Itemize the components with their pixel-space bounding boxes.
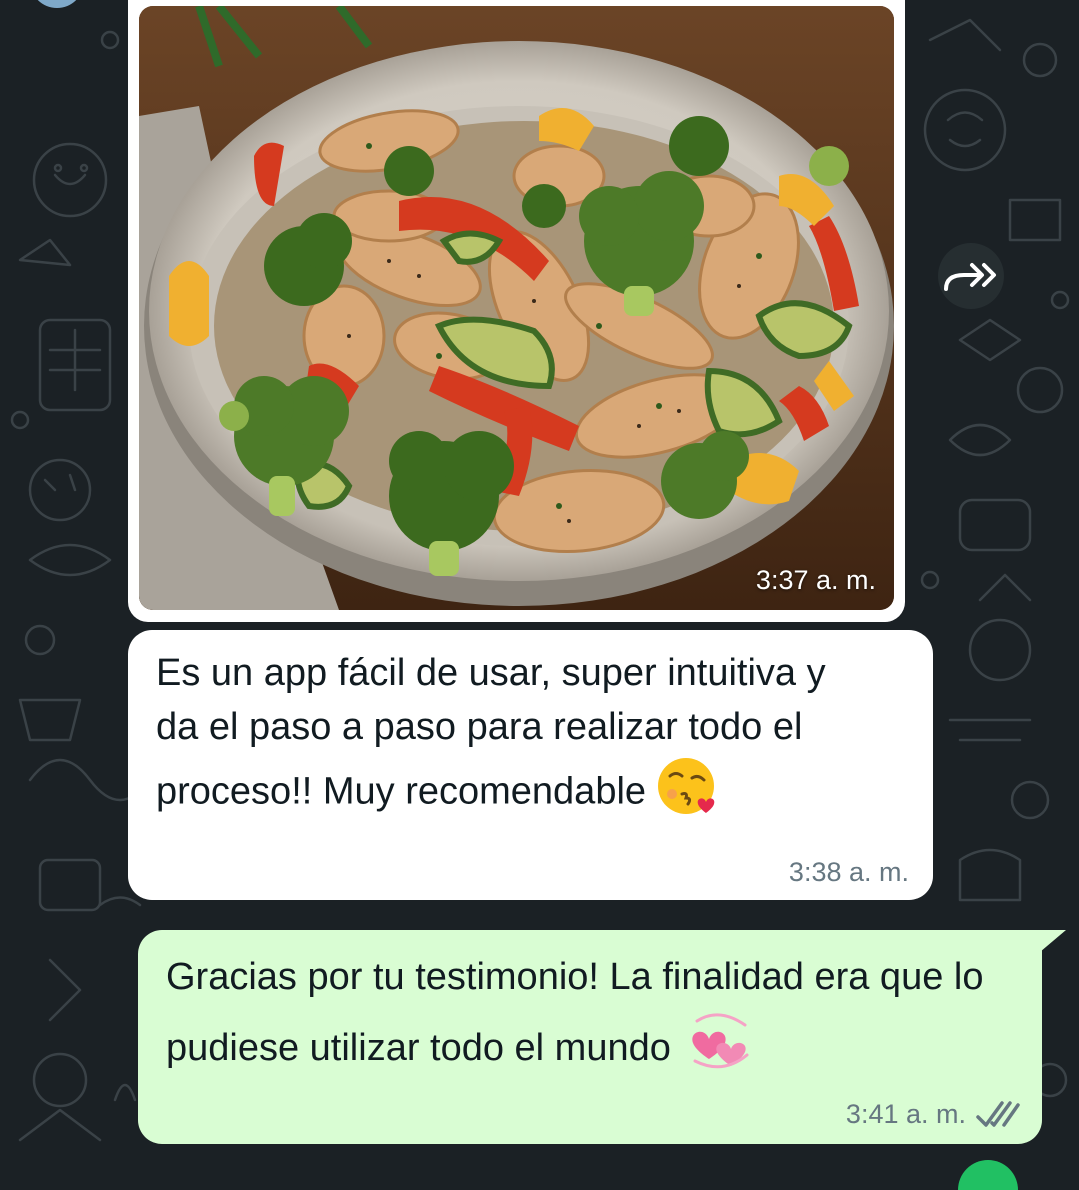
forward-button[interactable] (938, 243, 1004, 309)
double-check-icon (976, 1100, 1020, 1127)
image-message-bubble[interactable]: 3:37 a. m. (128, 0, 905, 622)
sent-message-bubble[interactable]: Gracias por tu testimonio! La finalidad … (138, 930, 1042, 1144)
sent-message-text: Gracias por tu testimonio! La finalidad … (166, 946, 1006, 1091)
revolving-hearts-emoji (687, 1009, 753, 1091)
received-message-body: Es un app fácil de usar, super intuitiva… (156, 652, 826, 813)
kissing-face-with-heart-emoji (656, 754, 720, 833)
received-message-timestamp: 3:38 a. m. (788, 857, 909, 887)
received-message-text: Es un app fácil de usar, super intuitiva… (156, 646, 856, 833)
sent-message-timestamp: 3:41 a. m. (845, 1099, 966, 1129)
food-photo[interactable]: 3:37 a. m. (139, 6, 894, 610)
received-message-bubble[interactable]: Es un app fácil de usar, super intuitiva… (128, 630, 933, 900)
image-timestamp: 3:37 a. m. (755, 565, 876, 595)
sent-message-meta: 3:41 a. m. (846, 1099, 1022, 1130)
sent-message-body: Gracias por tu testimonio! La finalidad … (166, 956, 984, 1070)
forward-icon (944, 263, 996, 291)
sent-bubble-tail (1040, 930, 1066, 952)
